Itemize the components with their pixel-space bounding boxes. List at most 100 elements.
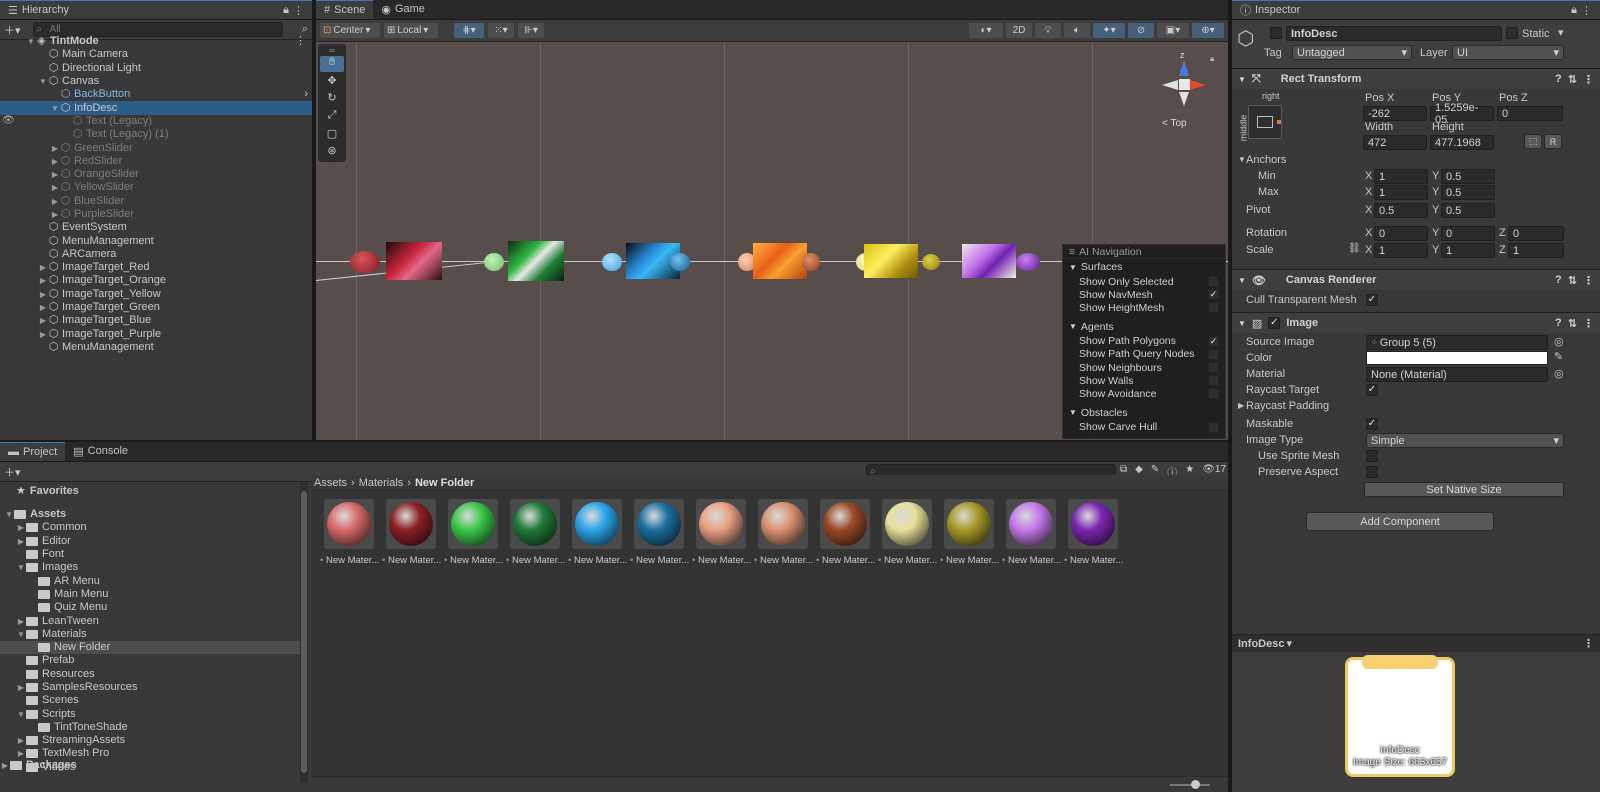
expand-arrow-icon[interactable]: ▼ xyxy=(16,561,26,574)
presets-icon[interactable]: ⇅ xyxy=(1568,274,1577,287)
hierarchy-row[interactable]: ⬡ Text (Legacy) (1) xyxy=(0,128,312,141)
foldout-arrow-icon[interactable]: ▼ xyxy=(1238,276,1246,285)
gizmos-toggle-icon[interactable]: ⊕▾ xyxy=(1192,23,1224,38)
project-folder-row[interactable]: ▶ StreamingAssets xyxy=(0,734,308,747)
material-asset[interactable]: • New Mater... xyxy=(382,499,441,566)
transform-tool-icon[interactable]: ⊛ xyxy=(320,144,344,160)
hierarchy-row[interactable]: ▼ ⬡ Canvas xyxy=(0,75,312,88)
kebab-icon[interactable]: ⋮ xyxy=(293,4,304,17)
ai-nav-option[interactable]: Show NavMesh ✓ xyxy=(1063,288,1225,301)
pivot-dropdown[interactable]: ⊡ Center ▾ xyxy=(320,23,380,38)
set-native-size-button[interactable]: Set Native Size xyxy=(1364,482,1564,497)
active-checkbox[interactable] xyxy=(1270,27,1282,39)
pivot-x-input[interactable]: 0.5 xyxy=(1374,203,1428,218)
tab-console[interactable]: ▤ Console xyxy=(65,442,136,461)
hierarchy-row[interactable]: ⬡ MenuManagement xyxy=(0,341,312,354)
scene-viewport[interactable]: ═ ✋︎ ✥ ↻ ⤢ ▢ ⊛ z < Top 🔒︎ ≡ AI Navigatio… xyxy=(316,42,1228,440)
project-folder-row[interactable]: TintToneShade xyxy=(0,721,308,734)
project-folder-row[interactable]: New Folder xyxy=(0,640,308,655)
project-folder-row[interactable]: Resources xyxy=(0,668,308,681)
help-icon[interactable]: ? xyxy=(1555,274,1562,286)
raycast-padding-foldout-icon[interactable]: ▶ xyxy=(1238,401,1244,410)
ai-nav-option-checkbox[interactable] xyxy=(1208,348,1219,360)
hierarchy-row[interactable]: ▶ ⬡ OrangeSlider xyxy=(0,168,312,181)
toggle-2d-button[interactable]: 2D xyxy=(1006,23,1032,38)
hierarchy-row[interactable]: ▶ ⬡ PurpleSlider xyxy=(0,208,312,221)
object-picker-icon[interactable]: ◎ xyxy=(1554,335,1564,348)
project-folder-row[interactable]: ▼ Scripts xyxy=(0,707,308,720)
hierarchy-row[interactable]: ▶ ⬡ GreenSlider xyxy=(0,141,312,154)
pos-x-input[interactable]: -262 xyxy=(1363,106,1427,121)
tab-inspector[interactable]: ⓘ Inspector 🔒︎ ⋮ xyxy=(1232,0,1600,19)
project-folder-row[interactable]: ▶ Editor xyxy=(0,535,308,548)
sphere-orange-dark[interactable] xyxy=(802,253,820,271)
sphere-blue-dark[interactable] xyxy=(670,253,690,271)
gizmo-z-cone[interactable] xyxy=(1179,60,1189,76)
anchor-min-y-input[interactable]: 0.5 xyxy=(1441,169,1495,184)
material-asset[interactable]: • New Mater... xyxy=(692,499,751,566)
hierarchy-row[interactable]: ▶ ⬡ RedSlider xyxy=(0,155,312,168)
ai-nav-group-header[interactable]: ▼ Agents xyxy=(1063,319,1225,335)
ai-nav-option[interactable]: Show Walls xyxy=(1063,374,1225,387)
gizmo-neg-x-cone[interactable] xyxy=(1162,80,1178,90)
lock-icon[interactable]: 🔒︎ xyxy=(1571,4,1577,17)
expand-arrow-icon[interactable]: ▶ xyxy=(50,181,60,194)
ai-nav-option-checkbox[interactable] xyxy=(1208,375,1219,387)
ai-nav-option-checkbox[interactable] xyxy=(1208,276,1219,288)
ai-nav-group-header[interactable]: ▼ Surfaces xyxy=(1063,259,1225,275)
image-target-orange[interactable] xyxy=(753,243,807,279)
add-component-button[interactable]: Add Component xyxy=(1306,512,1494,531)
project-folder-row[interactable]: ▼ Assets xyxy=(0,508,308,521)
preview-header[interactable]: InfoDesc ▾ ⋮ xyxy=(1232,635,1600,652)
image-enabled-checkbox[interactable]: ✓ xyxy=(1268,317,1281,329)
canvas-renderer-header[interactable]: ▼ 👁︎ Canvas Renderer ? ⇅ ⋮ xyxy=(1232,269,1600,290)
effects-toggle-icon[interactable]: ✦▾ xyxy=(1093,23,1125,38)
scale-z-input[interactable]: 1 xyxy=(1508,243,1564,258)
hierarchy-row[interactable]: ⬡ EventSystem xyxy=(0,221,312,234)
ai-nav-title[interactable]: ≡ AI Navigation xyxy=(1063,245,1225,259)
hierarchy-row[interactable]: ▶ ⬡ YellowSlider xyxy=(0,181,312,194)
material-asset[interactable]: • New Mater... xyxy=(630,499,689,566)
ai-nav-option[interactable]: Show Carve Hull xyxy=(1063,421,1225,434)
eyedropper-icon[interactable]: ✎ xyxy=(1554,350,1563,363)
packages-row[interactable]: ▶ Packages xyxy=(0,759,308,772)
hierarchy-row[interactable]: ▼ ◈ TintMode ⋮ xyxy=(0,35,312,48)
camera-settings-icon[interactable]: ▣▾ xyxy=(1157,23,1189,38)
ai-nav-option-checkbox[interactable] xyxy=(1208,302,1219,314)
space-dropdown[interactable]: ⊞ Local ▾ xyxy=(384,23,438,38)
scene-menu-kebab-icon[interactable]: ⋮ xyxy=(295,35,306,48)
hierarchy-row[interactable]: ⬡ Directional Light xyxy=(0,62,312,75)
static-checkbox[interactable] xyxy=(1506,27,1518,39)
material-asset[interactable]: • New Mater... xyxy=(1064,499,1123,566)
expand-arrow-icon[interactable]: ▶ xyxy=(50,142,60,155)
anchors-foldout-icon[interactable]: ▼ xyxy=(1238,155,1246,164)
hierarchy-row[interactable]: ⬡ Text (Legacy) xyxy=(0,115,312,128)
material-asset[interactable]: • New Mater... xyxy=(1002,499,1061,566)
hierarchy-row[interactable]: ⬡ ARCamera xyxy=(0,248,312,261)
material-field[interactable]: None (Material) xyxy=(1366,367,1548,382)
expand-arrow-icon[interactable]: ▶ xyxy=(38,314,48,327)
hierarchy-row[interactable]: ▶ ⬡ ImageTarget_Purple xyxy=(0,328,312,341)
material-asset[interactable]: • New Mater... xyxy=(320,499,379,566)
prefab-open-icon[interactable]: › xyxy=(304,88,308,101)
project-folder-row[interactable]: Prefab xyxy=(0,654,308,667)
move-tool-icon[interactable]: ✥ xyxy=(320,74,344,90)
expand-arrow-icon[interactable]: ▶ xyxy=(38,301,48,314)
project-folder-row[interactable]: Main Menu xyxy=(0,588,308,601)
material-asset[interactable]: • New Mater... xyxy=(444,499,503,566)
raw-edit-button[interactable]: R xyxy=(1544,134,1562,149)
constrain-proportions-icon[interactable]: ⛓︎ xyxy=(1348,243,1361,254)
expand-arrow-icon[interactable]: ▶ xyxy=(16,615,26,628)
project-folder-row[interactable]: Font xyxy=(0,548,308,561)
gizmo-x-cone[interactable] xyxy=(1190,80,1206,90)
hierarchy-row[interactable]: ▶ ⬡ ImageTarget_Green xyxy=(0,301,312,314)
expand-arrow-icon[interactable]: ▶ xyxy=(50,155,60,168)
ai-nav-option-checkbox[interactable] xyxy=(1208,421,1219,433)
favorites-row[interactable]: ★ Favorites xyxy=(0,483,308,499)
hierarchy-row[interactable]: ⬡ Main Camera xyxy=(0,48,312,61)
lock-icon[interactable]: 🔒︎ xyxy=(283,4,289,17)
expand-arrow-icon[interactable]: ▼ xyxy=(16,628,26,641)
expand-arrow-icon[interactable]: ▶ xyxy=(38,288,48,301)
expand-arrow-icon[interactable]: ▶ xyxy=(16,535,26,548)
tree-scrollbar-thumb[interactable] xyxy=(301,491,307,773)
